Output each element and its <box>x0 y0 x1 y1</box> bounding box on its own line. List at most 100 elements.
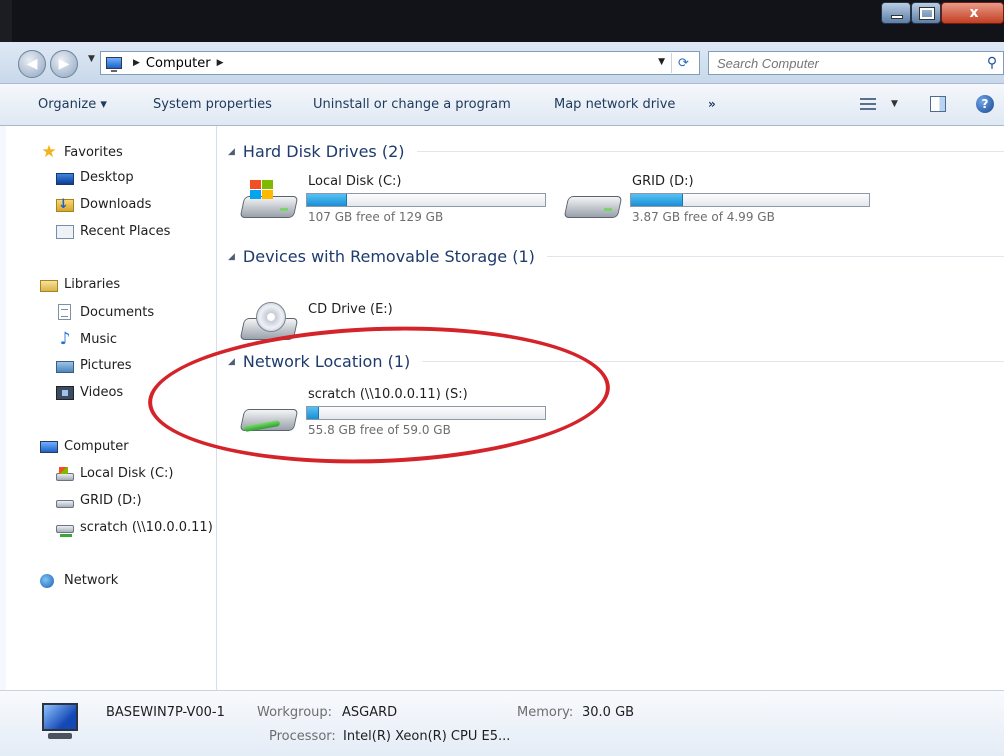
group-divider <box>416 151 1004 152</box>
processor-label: Processor: <box>269 729 336 744</box>
computer-icon <box>101 53 127 73</box>
maximize-button[interactable] <box>911 2 941 24</box>
network-drive-icon <box>56 525 74 537</box>
collapse-triangle-icon[interactable]: ◢ <box>228 357 235 367</box>
workgroup-value: ASGARD <box>342 705 398 720</box>
group-divider <box>546 256 1004 257</box>
drive-usage-bar <box>306 406 546 420</box>
nav-libraries-label: Libraries <box>64 277 121 292</box>
computer-icon <box>36 701 84 743</box>
nav-item-documents[interactable]: Documents <box>56 304 154 320</box>
search-input[interactable] <box>709 52 981 74</box>
forward-button[interactable]: ▶ <box>50 50 78 78</box>
map-network-drive-button[interactable]: Map network drive <box>554 97 675 112</box>
recent-pages-dropdown[interactable]: ▼ <box>88 54 95 64</box>
nav-item-label: Videos <box>80 385 124 400</box>
drive-tile-scratch[interactable]: scratch (\\10.0.0.11) (S:) 55.8 GB free … <box>239 387 560 443</box>
address-row: ◀ ▶ ▼ ▶ Computer ▶ ▼ ⟳ ⚲ <box>0 42 1004 84</box>
address-bar[interactable]: ▶ Computer ▶ ▼ ⟳ <box>100 51 700 75</box>
nav-network-label: Network <box>64 573 119 588</box>
maximize-icon <box>919 7 935 20</box>
drive-tile-local-disk[interactable]: Local Disk (C:) 107 GB free of 129 GB <box>239 174 560 230</box>
drive-usage-fill <box>631 194 684 206</box>
nav-item-music[interactable]: ♪ Music <box>56 329 117 349</box>
network-drive-icon <box>239 393 299 433</box>
command-bar: Organize ▾ System properties Uninstall o… <box>0 84 1004 126</box>
group-title: Network Location (1) <box>242 352 411 371</box>
drive-name: CD Drive (E:) <box>308 302 393 317</box>
refresh-icon[interactable]: ⟳ <box>671 53 695 73</box>
drive-tile-grid[interactable]: GRID (D:) 3.87 GB free of 4.99 GB <box>563 174 884 230</box>
drive-usage-bar <box>306 193 546 207</box>
workgroup-label: Workgroup: <box>257 705 333 720</box>
libraries-icon <box>40 279 58 292</box>
nav-item-videos[interactable]: Videos <box>56 385 123 400</box>
memory-label: Memory: <box>517 705 574 720</box>
group-header-network[interactable]: ◢ Network Location (1) <box>228 352 1004 371</box>
local-disk-icon <box>239 180 299 220</box>
nav-computer[interactable]: Computer <box>40 439 129 454</box>
help-icon[interactable]: ? <box>976 95 994 113</box>
close-button[interactable]: x <box>941 2 1004 24</box>
change-view-icon[interactable] <box>860 97 876 111</box>
nav-item-label: GRID (D:) <box>80 493 142 508</box>
minimize-button[interactable] <box>881 2 911 24</box>
content-pane: ◢ Hard Disk Drives (2) Local Disk (C:) 1… <box>218 126 1004 690</box>
group-header-hard-disks[interactable]: ◢ Hard Disk Drives (2) <box>228 142 1004 161</box>
more-commands-button[interactable]: » <box>708 97 716 111</box>
star-icon: ★ <box>41 142 57 162</box>
nav-item-pictures[interactable]: Pictures <box>56 358 131 373</box>
details-pane: BASEWIN7P-V00-1 Workgroup: ASGARD Memory… <box>0 690 1004 756</box>
back-button[interactable]: ◀ <box>18 50 46 78</box>
view-dropdown-icon[interactable]: ▼ <box>891 99 898 109</box>
nav-network[interactable]: Network <box>40 573 118 588</box>
videos-icon <box>56 386 74 400</box>
breadcrumb-computer[interactable]: Computer <box>146 56 211 71</box>
nav-item-local-disk[interactable]: Local Disk (C:) <box>56 466 173 481</box>
system-properties-button[interactable]: System properties <box>153 97 272 112</box>
drive-free-space: 3.87 GB free of 4.99 GB <box>632 210 775 224</box>
computer-name: BASEWIN7P-V00-1 <box>106 705 225 720</box>
organize-button[interactable]: Organize ▾ <box>38 97 107 112</box>
nav-item-grid[interactable]: GRID (D:) <box>56 493 142 508</box>
drive-usage-bar <box>630 193 870 207</box>
navigation-pane: ★ Favorites Desktop Downloads Recent Pla… <box>0 126 217 690</box>
window-chrome-edge <box>0 0 12 42</box>
drive-free-space: 55.8 GB free of 59.0 GB <box>308 423 451 437</box>
nav-item-label: Pictures <box>80 358 132 373</box>
collapse-triangle-icon[interactable]: ◢ <box>228 252 235 262</box>
nav-item-downloads[interactable]: Downloads <box>56 197 151 212</box>
nav-item-label: scratch (\\10.0.0.11) <box>80 520 213 535</box>
preview-pane-icon[interactable] <box>930 96 946 112</box>
drive-usage-fill <box>307 407 319 419</box>
drive-usage-fill <box>307 194 348 206</box>
nav-libraries[interactable]: Libraries <box>40 277 120 292</box>
memory-value: 30.0 GB <box>582 705 635 720</box>
nav-item-label: Documents <box>80 304 155 320</box>
nav-item-recent-places[interactable]: Recent Places <box>56 224 170 239</box>
minimize-icon <box>891 15 903 19</box>
drive-tile-cd[interactable]: CD Drive (E:) <box>239 296 560 352</box>
title-bar[interactable]: x <box>0 0 1004 42</box>
group-divider <box>422 361 1004 362</box>
nav-item-label: Music <box>80 331 117 347</box>
search-icon[interactable]: ⚲ <box>981 55 1003 71</box>
nav-item-label: Downloads <box>80 197 152 212</box>
group-header-removable[interactable]: ◢ Devices with Removable Storage (1) <box>228 247 1004 266</box>
collapse-triangle-icon[interactable]: ◢ <box>228 147 235 157</box>
desktop-icon <box>56 172 74 185</box>
nav-favorites-label: Favorites <box>64 144 123 160</box>
nav-item-scratch[interactable]: scratch (\\10.0.0.11) <box>56 520 213 537</box>
drive-name: GRID (D:) <box>632 174 694 189</box>
uninstall-program-button[interactable]: Uninstall or change a program <box>313 97 511 112</box>
processor-value: Intel(R) Xeon(R) CPU E5... <box>343 729 511 744</box>
search-box[interactable]: ⚲ <box>708 51 1004 75</box>
address-dropdown-icon[interactable]: ▼ <box>658 57 665 67</box>
music-icon: ♪ <box>59 329 71 349</box>
nav-pane-edge <box>0 126 6 690</box>
nav-item-label: Recent Places <box>80 224 171 239</box>
nav-item-desktop[interactable]: Desktop <box>56 170 134 185</box>
nav-favorites[interactable]: ★ Favorites <box>40 142 123 162</box>
breadcrumb-chevron-icon[interactable]: ▶ <box>133 58 140 68</box>
breadcrumb-chevron-icon[interactable]: ▶ <box>217 58 224 68</box>
